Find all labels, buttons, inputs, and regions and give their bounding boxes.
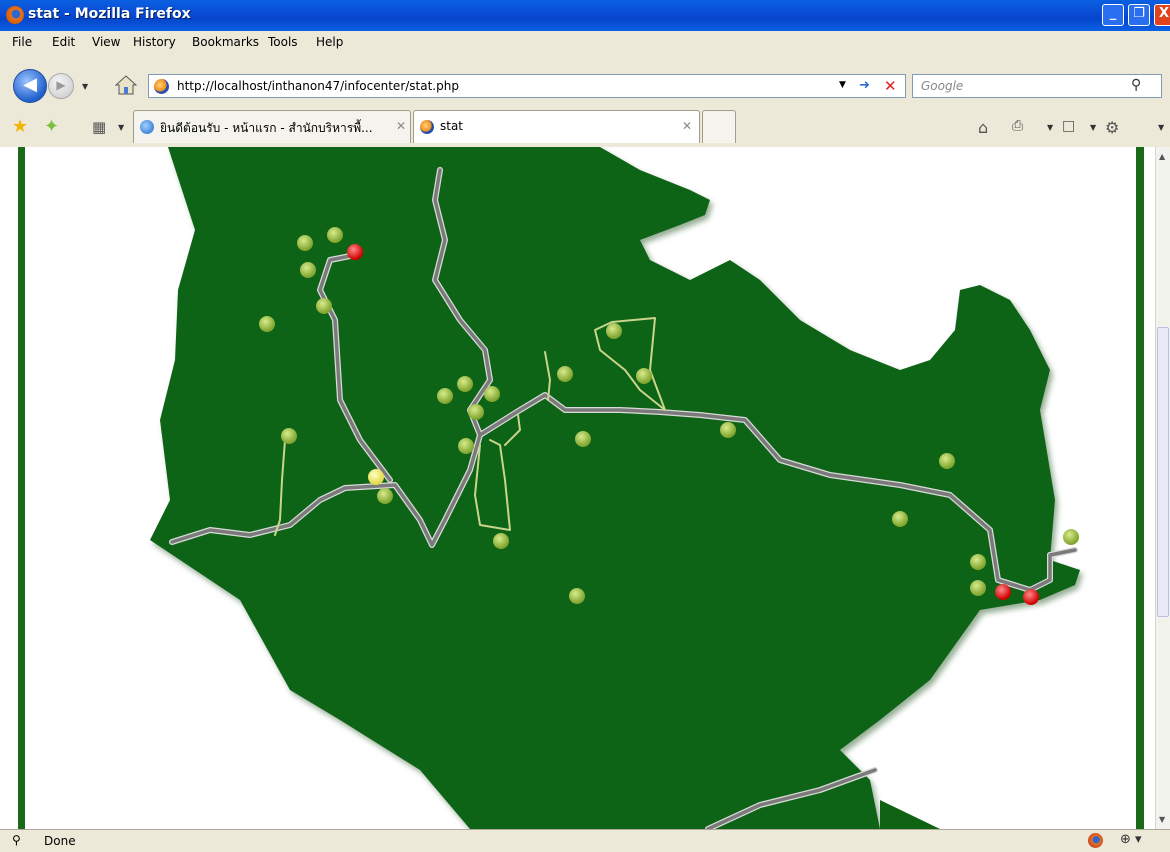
new-tab-button[interactable] [702, 110, 736, 143]
scroll-thumb[interactable] [1157, 327, 1169, 617]
title-bar: stat - Mozilla Firefox _ ❐ X [0, 0, 1170, 31]
tab-list-icon[interactable]: ▦ [92, 118, 106, 136]
print-dropdown-icon[interactable]: ▼ [1047, 123, 1053, 132]
map-marker-default[interactable] [437, 388, 453, 404]
forward-button[interactable]: ▶ [48, 73, 74, 99]
menu-edit[interactable]: Edit [52, 35, 75, 49]
navigation-toolbar: ◀ ▶ ▼ http://localhost/inthanon47/infoce… [0, 65, 1170, 107]
map-marker-default[interactable] [720, 422, 736, 438]
map-marker-default[interactable] [259, 316, 275, 332]
site-icon [154, 79, 169, 94]
firefox-icon [6, 6, 24, 24]
bookmark-star-icon[interactable]: ★ [12, 116, 28, 137]
map-marker-default[interactable] [297, 235, 313, 251]
back-button[interactable]: ◀ [13, 69, 47, 103]
map-marker-alert[interactable] [1023, 589, 1039, 605]
map-marker-default[interactable] [636, 368, 652, 384]
print-icon[interactable]: ⎙ [1012, 118, 1023, 134]
home-icon[interactable] [115, 75, 137, 95]
tools-dropdown-icon[interactable]: ▼ [1158, 123, 1164, 132]
map-marker-default[interactable] [892, 511, 908, 527]
map-marker-default[interactable] [484, 386, 500, 402]
firefox-icon [1088, 833, 1103, 848]
menu-help[interactable]: Help [316, 35, 343, 49]
search-icon[interactable]: ⚲ [1131, 77, 1141, 93]
tab-welcome[interactable]: ยินดีต้อนรับ - หน้าแรก - สำนักบริหารพื้.… [133, 110, 411, 143]
map [18, 147, 1144, 829]
map-marker-default[interactable] [316, 298, 332, 314]
map-marker-default[interactable] [575, 431, 591, 447]
ie-page-icon [140, 120, 154, 134]
stop-icon[interactable]: ✕ [884, 77, 897, 95]
map-marker-default[interactable] [458, 438, 474, 454]
map-marker-default[interactable] [1063, 529, 1079, 545]
site-icon [420, 120, 434, 134]
add-bookmark-icon[interactable]: ✦ [44, 116, 59, 137]
close-tab-icon[interactable]: ✕ [396, 119, 406, 133]
gear-icon[interactable]: ⚙ [1105, 118, 1119, 137]
close-button[interactable]: X [1154, 4, 1170, 26]
status-bar: ⚲ Done ⊕ ▾ [0, 829, 1170, 852]
search-placeholder[interactable]: Google [921, 79, 963, 93]
close-tab-icon[interactable]: ✕ [682, 119, 692, 133]
tab-welcome-label: ยินดีต้อนรับ - หน้าแรก - สำนักบริหารพื้.… [160, 121, 373, 135]
address-bar[interactable]: http://localhost/inthanon47/infocenter/s… [148, 74, 906, 98]
url-text[interactable]: http://localhost/inthanon47/infocenter/s… [177, 79, 459, 93]
map-marker-default[interactable] [281, 428, 297, 444]
zoom-icon[interactable]: ⊕ ▾ [1120, 832, 1142, 847]
map-marker-default[interactable] [970, 580, 986, 596]
map-marker-default[interactable] [300, 262, 316, 278]
tab-stat[interactable]: stat ✕ [413, 110, 700, 143]
home-icon[interactable]: ⌂ [978, 118, 988, 137]
map-marker-default[interactable] [377, 488, 393, 504]
tab-list-dropdown-icon[interactable]: ▼ [118, 123, 124, 132]
vertical-scrollbar[interactable]: ▲ ▼ [1155, 147, 1170, 829]
menu-view[interactable]: View [92, 35, 120, 49]
menu-bar: File Edit View History Bookmarks Tools H… [0, 31, 1170, 65]
left-frame [18, 147, 25, 829]
map-marker-alert[interactable] [995, 584, 1011, 600]
map-marker-default[interactable] [569, 588, 585, 604]
go-icon[interactable]: ➜ [859, 78, 870, 93]
map-marker-default[interactable] [327, 227, 343, 243]
tab-bar: ★ ✦ ▦ ▼ ยินดีต้อนรับ - หน้าแรก - สำนักบร… [0, 107, 1170, 148]
map-marker-alert[interactable] [347, 244, 363, 260]
window-title: stat - Mozilla Firefox [28, 6, 191, 22]
land-shape [150, 147, 1080, 829]
page-content [0, 147, 1155, 829]
status-text: Done [44, 834, 76, 848]
scroll-up-icon[interactable]: ▲ [1159, 152, 1165, 161]
map-marker-default[interactable] [457, 376, 473, 392]
land-tip [880, 800, 940, 829]
maximize-button[interactable]: ❐ [1128, 4, 1150, 26]
map-marker-default[interactable] [939, 453, 955, 469]
page-dropdown-icon[interactable]: ▼ [1090, 123, 1096, 132]
map-marker-default[interactable] [468, 404, 484, 420]
history-dropdown-icon[interactable]: ▼ [82, 82, 88, 91]
map-marker-default[interactable] [557, 366, 573, 382]
map-marker-default[interactable] [606, 323, 622, 339]
search-box[interactable]: Google ⚲ [912, 74, 1162, 98]
menu-bookmarks[interactable]: Bookmarks [192, 35, 259, 49]
right-frame [1136, 147, 1144, 829]
tab-stat-label: stat [440, 119, 464, 133]
scroll-down-icon[interactable]: ▼ [1159, 815, 1165, 824]
map-marker-highlight[interactable] [368, 469, 384, 485]
map-marker-default[interactable] [493, 533, 509, 549]
page-icon[interactable]: □ [1062, 118, 1075, 134]
map-marker-default[interactable] [970, 554, 986, 570]
search-icon[interactable]: ⚲ [12, 833, 21, 847]
menu-file[interactable]: File [12, 35, 32, 49]
menu-history[interactable]: History [133, 35, 176, 49]
menu-tools[interactable]: Tools [268, 35, 298, 49]
url-dropdown-icon[interactable]: ▼ [839, 80, 846, 90]
minimize-button[interactable]: _ [1102, 4, 1124, 26]
